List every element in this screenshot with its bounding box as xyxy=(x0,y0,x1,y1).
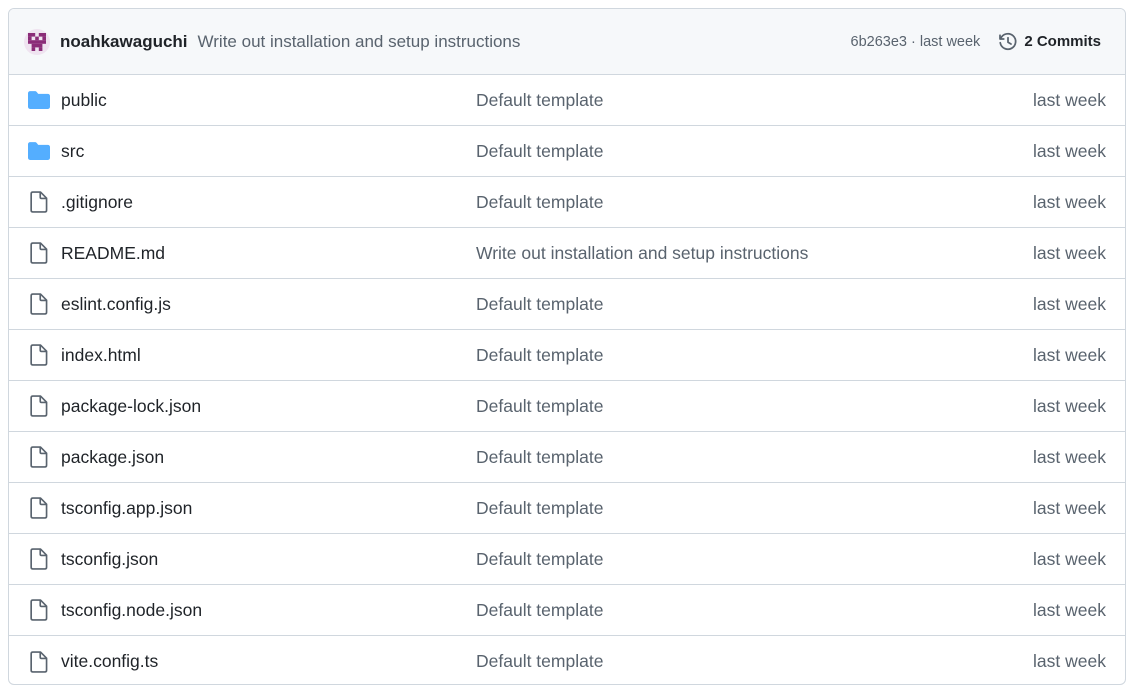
file-commit-age: last week xyxy=(1033,548,1106,569)
file-name-link[interactable]: README.md xyxy=(61,243,165,264)
file-icon xyxy=(28,446,50,468)
file-commit-age: last week xyxy=(1033,89,1106,110)
file-commit-message-link[interactable]: Default template xyxy=(476,294,603,315)
file-row[interactable]: vite.config.ts Default template last week xyxy=(9,636,1125,684)
file-browser: noahkawaguchi Write out installation and… xyxy=(8,8,1126,685)
file-commit-age: last week xyxy=(1033,344,1106,365)
file-row[interactable]: public Default template last week xyxy=(9,75,1125,126)
file-icon xyxy=(28,548,50,570)
file-row[interactable]: tsconfig.node.json Default template last w… xyxy=(9,585,1125,636)
commit-message-link[interactable]: Write out installation and setup instruc… xyxy=(198,32,851,52)
file-name-link[interactable]: index.html xyxy=(61,345,141,366)
file-row[interactable]: tsconfig.app.json Default template last we… xyxy=(9,483,1125,534)
file-list: public Default template last week src Defaul… xyxy=(9,75,1125,684)
file-commit-message-link[interactable]: Default template xyxy=(476,345,603,366)
file-commit-age: last week xyxy=(1033,293,1106,314)
file-commit-message-link[interactable]: Write out installation and setup instruc… xyxy=(476,243,808,264)
file-commit-message-link[interactable]: Default template xyxy=(476,396,603,417)
file-commit-age: last week xyxy=(1033,497,1106,518)
file-row[interactable]: .gitignore Default template last week xyxy=(9,177,1125,228)
history-clock-icon xyxy=(999,32,1017,50)
file-name-link[interactable]: src xyxy=(61,141,84,162)
file-name-link[interactable]: tsconfig.node.json xyxy=(61,600,202,621)
file-commit-age: last week xyxy=(1033,599,1106,620)
file-commit-age: last week xyxy=(1033,651,1106,671)
file-row[interactable]: package.json Default template last week xyxy=(9,432,1125,483)
folder-icon xyxy=(28,89,50,111)
file-icon xyxy=(28,293,50,315)
file-row[interactable]: eslint.config.js Default template last wee… xyxy=(9,279,1125,330)
file-name-link[interactable]: eslint.config.js xyxy=(61,294,171,315)
file-name-link[interactable]: tsconfig.app.json xyxy=(61,498,192,519)
author-avatar[interactable] xyxy=(24,28,50,55)
file-name-link[interactable]: package-lock.json xyxy=(61,396,201,417)
file-commit-age: last week xyxy=(1033,395,1106,416)
file-commit-age: last week xyxy=(1033,191,1106,212)
file-name-link[interactable]: tsconfig.json xyxy=(61,549,158,570)
file-commit-message-link[interactable]: Default template xyxy=(476,90,603,111)
file-commit-message-link[interactable]: Default template xyxy=(476,192,603,213)
commits-count-label: 2 Commits xyxy=(1024,33,1101,50)
file-commit-message-link[interactable]: Default template xyxy=(476,498,603,519)
file-commit-age: last week xyxy=(1033,140,1106,161)
file-name-link[interactable]: vite.config.ts xyxy=(61,651,158,672)
file-icon xyxy=(28,191,50,213)
file-icon xyxy=(28,497,50,519)
file-commit-message-link[interactable]: Default template xyxy=(476,600,603,621)
file-row[interactable]: README.md Write out installation and setu… xyxy=(9,228,1125,279)
latest-commit-bar: noahkawaguchi Write out installation and… xyxy=(9,9,1125,75)
identicon-avatar-icon xyxy=(28,32,46,51)
file-name-link[interactable]: .gitignore xyxy=(61,192,133,213)
file-commit-message-link[interactable]: Default template xyxy=(476,549,603,570)
file-icon xyxy=(28,599,50,621)
file-icon xyxy=(28,650,50,673)
folder-icon xyxy=(28,140,50,162)
file-icon xyxy=(28,242,50,264)
file-row[interactable]: index.html Default template last week xyxy=(9,330,1125,381)
file-name-link[interactable]: package.json xyxy=(61,447,164,468)
file-row[interactable]: tsconfig.json Default template last week xyxy=(9,534,1125,585)
file-commit-message-link[interactable]: Default template xyxy=(476,651,603,672)
commit-author-link[interactable]: noahkawaguchi xyxy=(60,32,188,52)
file-row[interactable]: src Default template last week xyxy=(9,126,1125,177)
file-commit-message-link[interactable]: Default template xyxy=(476,141,603,162)
file-name-link[interactable]: public xyxy=(61,90,107,111)
file-commit-age: last week xyxy=(1033,446,1106,467)
file-commit-message-link[interactable]: Default template xyxy=(476,447,603,468)
commits-history-link[interactable]: 2 Commits xyxy=(998,32,1101,52)
file-icon xyxy=(28,344,50,366)
commit-sha-time[interactable]: 6b263e3 · last week xyxy=(851,34,981,50)
file-row[interactable]: package-lock.json Default template last we… xyxy=(9,381,1125,432)
file-icon xyxy=(28,395,50,417)
file-commit-age: last week xyxy=(1033,242,1106,263)
